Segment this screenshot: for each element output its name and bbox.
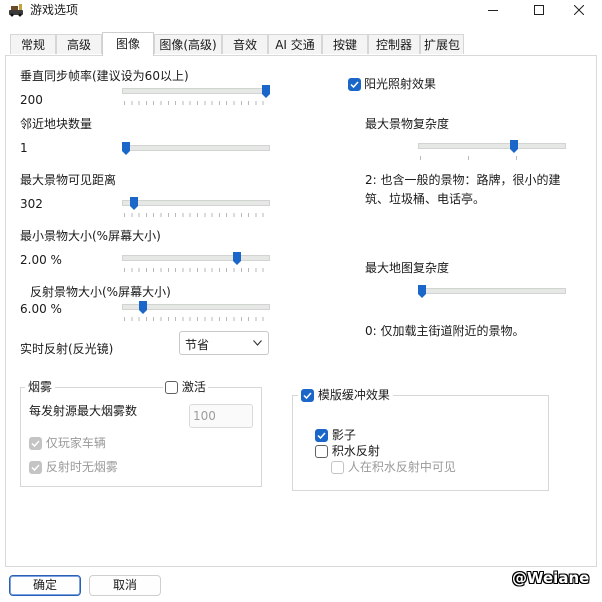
close-button[interactable]: [556, 0, 602, 20]
minimize-icon: [488, 10, 498, 11]
reflection-size-label: 反射景物大小(%屏幕大小): [30, 285, 171, 299]
maximize-icon: [534, 5, 544, 15]
checkbox-unchecked-icon: [165, 381, 178, 394]
minimize-button[interactable]: [470, 0, 516, 20]
min-scenery-size-label: 最小景物大小(%屏幕大小): [20, 229, 161, 243]
checkbox-checked-icon: [29, 437, 42, 450]
cancel-button[interactable]: 取消: [89, 575, 161, 596]
checkbox-checked-icon: [348, 78, 361, 91]
max-scenery-complexity-description: 2: 也含一般的景物：路牌，很小的建筑、垃圾桶、电话亭。: [365, 173, 561, 206]
max-scenery-distance-slider[interactable]: [122, 197, 270, 221]
reflection-size-slider[interactable]: [122, 301, 270, 325]
slider-thumb[interactable]: [232, 252, 241, 265]
vsync-value: 200: [20, 93, 43, 107]
max-map-complexity-slider[interactable]: [418, 285, 566, 309]
max-scenery-distance-value: 302: [20, 197, 43, 211]
chevron-down-icon: [253, 340, 262, 346]
checkbox-checked-icon: [29, 461, 42, 474]
puddle-label: 积水反射: [331, 444, 380, 458]
window-title: 游戏选项: [30, 3, 79, 17]
people-in-puddle-label: 人在积水反射中可见: [347, 460, 456, 474]
tab-general[interactable]: 常规: [10, 34, 56, 54]
tab-expansion[interactable]: 扩展包: [420, 34, 464, 54]
no-fog-reflection-checkbox[interactable]: 反射时无烟雾: [29, 460, 118, 475]
slider-thumb[interactable]: [262, 85, 270, 98]
game-options-icon: [8, 1, 24, 17]
shadow-checkbox[interactable]: 影子: [315, 428, 356, 443]
reflection-size-value: 6.00 %: [20, 302, 62, 316]
vsync-label: 垂直同步帧率(建议设为60以上): [20, 69, 189, 83]
realtime-reflection-label: 实时反射(反光镜): [20, 342, 114, 356]
checkbox-unchecked-icon: [315, 445, 328, 458]
vsync-slider[interactable]: [122, 85, 270, 109]
nearby-tiles-slider[interactable]: [122, 142, 270, 166]
tab-graphics-advanced[interactable]: 图像(高级): [154, 34, 222, 54]
sunlight-checkbox[interactable]: [348, 77, 361, 91]
tab-graphics[interactable]: 图像: [102, 32, 154, 56]
slider-thumb[interactable]: [138, 301, 147, 314]
realtime-reflection-select[interactable]: 节省: [179, 331, 269, 355]
sunlight-label: 阳光照射效果: [364, 77, 437, 91]
max-fog-label: 每发射源最大烟雾数: [29, 404, 138, 418]
tab-controller[interactable]: 控制器: [368, 34, 420, 54]
tab-keys[interactable]: 按键: [322, 34, 368, 54]
puddle-checkbox[interactable]: 积水反射: [315, 444, 380, 459]
slider-thumb[interactable]: [122, 142, 130, 155]
slider-thumb[interactable]: [130, 197, 139, 210]
shadow-label: 影子: [331, 428, 356, 442]
max-map-complexity-label: 最大地图复杂度: [365, 261, 450, 275]
slider-thumb[interactable]: [510, 140, 519, 153]
watermark: @Weiane: [512, 569, 590, 587]
max-scenery-complexity-slider[interactable]: [418, 140, 566, 164]
fog-group-title: 烟雾: [25, 380, 56, 395]
max-scenery-distance-label: 最大景物可见距离: [20, 173, 117, 187]
max-fog-input[interactable]: 100: [189, 404, 253, 428]
checkbox-checked-icon: [315, 429, 328, 442]
player-only-label: 仅玩家车辆: [45, 436, 106, 450]
player-only-checkbox[interactable]: 仅玩家车辆: [29, 436, 106, 451]
tab-advanced[interactable]: 高级: [56, 34, 102, 54]
nearby-tiles-label: 邻近地块数量: [20, 117, 93, 131]
checkbox-unchecked-icon: [331, 461, 344, 474]
stencil-group: [292, 395, 549, 491]
tab-ai-traffic[interactable]: AI 交通: [268, 34, 322, 54]
max-map-complexity-description: 0: 仅加载主街道附近的景物。: [365, 324, 525, 338]
min-scenery-size-value: 2.00 %: [20, 253, 62, 267]
fog-activate-checkbox[interactable]: 激活: [163, 380, 208, 395]
min-scenery-size-slider[interactable]: [122, 252, 270, 276]
stencil-label: 模版缓冲效果: [317, 388, 390, 402]
tab-sound[interactable]: 音效: [222, 34, 268, 54]
fog-activate-label: 激活: [181, 380, 206, 394]
people-in-puddle-checkbox[interactable]: 人在积水反射中可见: [331, 460, 456, 475]
max-scenery-complexity-label: 最大景物复杂度: [365, 117, 450, 131]
no-fog-reflection-label: 反射时无烟雾: [45, 460, 118, 474]
realtime-reflection-selected: 节省: [185, 338, 210, 352]
slider-thumb[interactable]: [418, 285, 426, 298]
checkbox-checked-icon: [301, 389, 314, 402]
ok-button[interactable]: 确定: [9, 575, 81, 596]
stencil-checkbox[interactable]: 模版缓冲效果: [298, 388, 393, 403]
close-icon: [574, 5, 584, 15]
nearby-tiles-value: 1: [20, 141, 28, 155]
